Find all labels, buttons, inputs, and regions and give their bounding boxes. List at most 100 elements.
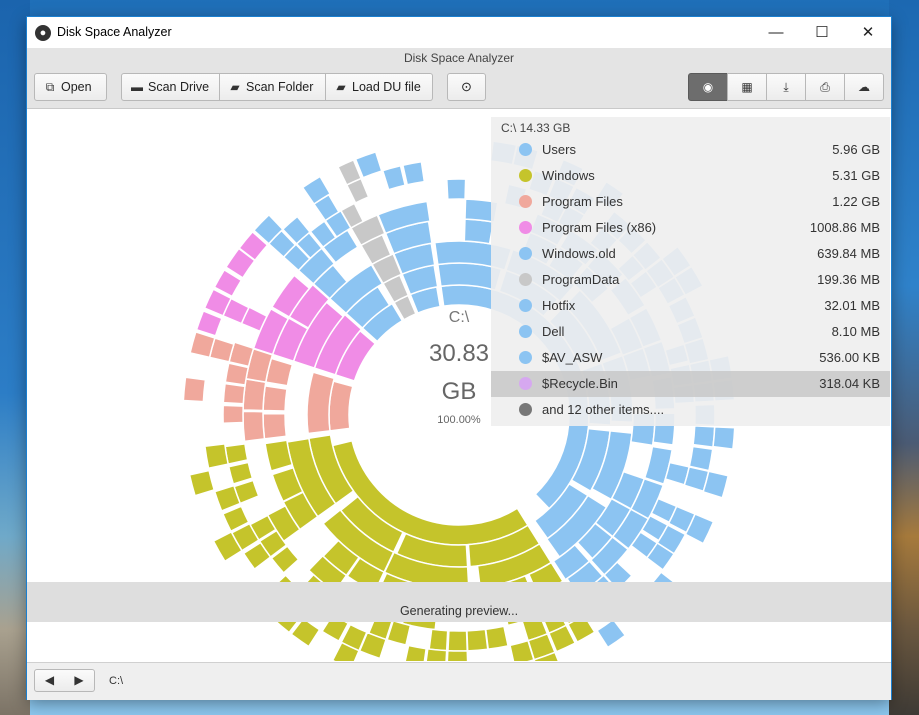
legend-item-name: Dell xyxy=(542,324,565,339)
load-du-file-button[interactable]: ▰ Load DU file xyxy=(326,73,433,101)
program-files-segment-arc[interactable] xyxy=(189,331,216,359)
treemap-icon: ▦ xyxy=(741,80,753,94)
center-path: C:\ xyxy=(448,309,470,326)
windows-segment-arc[interactable] xyxy=(188,469,216,497)
sunburst-view-button[interactable]: ◉ xyxy=(688,73,728,101)
scan-drive-button[interactable]: ▬ Scan Drive xyxy=(121,73,220,101)
center-percent: 100.00% xyxy=(437,414,481,426)
program-files-segment-arc[interactable] xyxy=(262,385,288,412)
windows-segment-arc[interactable] xyxy=(447,629,469,652)
legend-item-size: 32.01 MB xyxy=(824,298,880,313)
legend-item-size: 199.36 MB xyxy=(817,272,880,287)
app-subtitle: Disk Space Analyzer xyxy=(27,48,891,68)
program-files-x86-segment-arc[interactable] xyxy=(195,309,223,337)
arrow-left-icon: ◀ xyxy=(44,673,55,687)
cloud-icon: ☁ xyxy=(858,80,870,94)
program-files-segment-arc[interactable] xyxy=(242,410,266,443)
open-button[interactable]: ⧉ Open xyxy=(34,73,107,101)
center-summary[interactable]: C:\ 30.83 GB 100.00% xyxy=(419,309,499,426)
program-files-segment-arc[interactable] xyxy=(224,362,250,386)
toolbar: ⧉ Open ▬ Scan Drive ▰ Scan Folder ▰ Load DU … xyxy=(27,68,891,109)
legend-dot xyxy=(519,195,532,208)
desktop-background-left xyxy=(0,0,30,715)
legend-item-size: 5.31 GB xyxy=(832,168,880,183)
scan-folder-button[interactable]: ▰ Scan Folder xyxy=(220,73,326,101)
legend-item-name: Windows.old xyxy=(542,246,616,261)
users-segment-arc[interactable] xyxy=(596,618,627,649)
legend-dot xyxy=(519,169,532,182)
download-button[interactable]: ⤓ xyxy=(766,73,806,101)
legend-item[interactable]: Users 5.96 GB xyxy=(491,137,890,163)
users-segment-arc[interactable] xyxy=(445,178,467,201)
legend-item[interactable]: Dell 8.10 MB xyxy=(491,319,890,345)
windows-segment-arc[interactable] xyxy=(224,442,249,465)
program-files-segment-arc[interactable] xyxy=(222,382,246,405)
load-du-label: Load DU file xyxy=(352,80,421,94)
legend-item-name: Hotfix xyxy=(542,298,576,313)
go-up-button[interactable]: ⊙ xyxy=(447,73,486,101)
legend-item-name: Users xyxy=(542,142,576,157)
legend-item[interactable]: $AV_ASW 536.00 KB xyxy=(491,345,890,371)
legend-item[interactable]: Program Files (x86) 1008.86 MB xyxy=(491,215,890,241)
users-segment-arc[interactable] xyxy=(692,425,716,449)
back-button[interactable]: ◀ xyxy=(34,669,65,692)
title-bar[interactable]: ● Disk Space Analyzer — ☐ ✕ xyxy=(27,17,891,48)
forward-button[interactable]: ▶ xyxy=(64,669,95,692)
treemap-view-button[interactable]: ▦ xyxy=(727,73,767,101)
legend-dot xyxy=(519,351,532,364)
legend-dot xyxy=(519,325,532,338)
legend-panel: C:\ 14.33 GB Users 5.96 GB Windows 5.31 GB… xyxy=(491,117,890,426)
program-files-segment-arc[interactable] xyxy=(242,378,267,412)
download-icon: ⤓ xyxy=(783,80,789,94)
legend-item-highlighted[interactable]: $Recycle.Bin 318.04 KB xyxy=(491,371,890,397)
legend-item[interactable]: Program Files 1.22 GB xyxy=(491,189,890,215)
windows-segment-arc[interactable] xyxy=(425,648,448,661)
print-button[interactable]: ⎙ xyxy=(805,73,845,101)
windows-segment-arc[interactable] xyxy=(484,625,509,651)
legend-item[interactable]: Windows 5.31 GB xyxy=(491,163,890,189)
legend-item[interactable]: Windows.old 639.84 MB xyxy=(491,241,890,267)
hotfix-segment-arc[interactable] xyxy=(401,160,426,186)
legend-item-size: 1008.86 MB xyxy=(809,220,880,235)
windows-segment-arc[interactable] xyxy=(204,443,230,470)
program-files-segment-arc[interactable] xyxy=(182,376,207,403)
windows-segment-arc[interactable] xyxy=(264,439,294,472)
preview-status: Generating preview... xyxy=(27,582,891,622)
legend-dot xyxy=(519,273,532,286)
maximize-button[interactable]: ☐ xyxy=(799,17,845,48)
legend-item-size: 639.84 MB xyxy=(817,246,880,261)
cloud-button[interactable]: ☁ xyxy=(844,73,884,101)
chart-area: C:\ 30.83 GB 100.00% C:\ 14.33 GB Users 5… xyxy=(27,109,891,661)
users-segment-arc[interactable] xyxy=(712,426,736,450)
windows-segment-arc[interactable] xyxy=(446,649,469,661)
close-button[interactable]: ✕ xyxy=(845,17,891,48)
open-label: Open xyxy=(61,80,92,94)
windows-segment-arc[interactable] xyxy=(404,644,428,661)
app-logo-icon: ● xyxy=(35,25,51,41)
program-files-segment-arc[interactable] xyxy=(262,412,288,440)
legend-dot xyxy=(519,299,532,312)
upload-circle-icon: ⊙ xyxy=(461,79,472,94)
print-icon: ⎙ xyxy=(820,80,830,94)
hotfix-segment-arc[interactable] xyxy=(381,164,406,191)
legend-item-name: and 12 other items.... xyxy=(542,402,665,417)
legend-item[interactable]: Hotfix 32.01 MB xyxy=(491,293,890,319)
legend-item-name: $AV_ASW xyxy=(542,350,603,365)
window-title: Disk Space Analyzer xyxy=(57,25,172,39)
legend-item[interactable]: and 12 other items.... xyxy=(491,397,890,423)
program-files-segment-arc[interactable] xyxy=(328,380,354,432)
windows-segment-arc[interactable] xyxy=(227,461,254,485)
legend-item-size: 318.04 KB xyxy=(819,376,880,391)
program-files-segment-arc[interactable] xyxy=(222,404,244,425)
legend-dot xyxy=(519,247,532,260)
folder-open-icon: ▰ xyxy=(336,80,346,94)
windows-segment-arc[interactable] xyxy=(466,628,489,652)
status-bar: ◀ ▶ C:\ xyxy=(27,662,891,700)
legend-item-name: Program Files (x86) xyxy=(542,220,657,235)
minimize-button[interactable]: — xyxy=(753,17,799,48)
current-path: C:\ xyxy=(109,675,124,687)
desktop-background-right xyxy=(889,0,919,715)
legend-item[interactable]: ProgramData 199.36 MB xyxy=(491,267,890,293)
windows-segment-arc[interactable] xyxy=(428,628,449,652)
users-segment-arc[interactable] xyxy=(463,218,495,245)
